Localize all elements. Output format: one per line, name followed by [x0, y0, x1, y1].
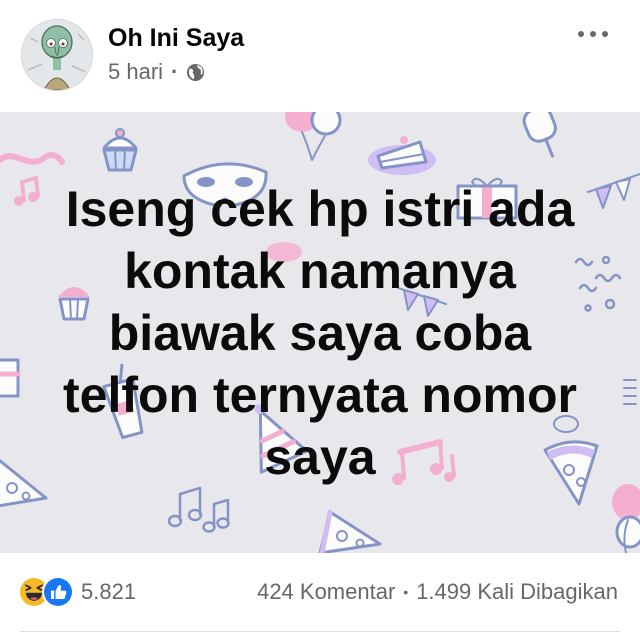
globe-icon[interactable]: [186, 63, 205, 82]
caption-line: biawak saya coba: [108, 304, 532, 361]
more-options-icon: [602, 31, 608, 37]
caption-line: Iseng cek hp istri ada: [65, 180, 575, 237]
post-image[interactable]: Iseng cek hp istri ada kontak namanya bi…: [0, 112, 640, 553]
divider: [20, 631, 620, 632]
caption-line: kontak namanya: [124, 242, 516, 299]
author-name[interactable]: Oh Ini Saya: [108, 23, 244, 53]
more-options-icon: [578, 31, 584, 37]
post-stats: 5.821 424 Komentar • 1.499 Kali Dibagika…: [0, 553, 640, 640]
meta-separator: ·: [171, 59, 179, 84]
caption-line: telfon ternyata nomor: [63, 366, 577, 423]
more-options-button[interactable]: [578, 28, 608, 40]
comment-count[interactable]: 424 Komentar: [257, 579, 395, 605]
post-time[interactable]: 5 hari: [108, 59, 163, 85]
reaction-count: 5.821: [81, 579, 137, 604]
like-reaction-icon: [44, 578, 72, 606]
post-meta: 5 hari ·: [108, 59, 205, 85]
engagement-counts: 424 Komentar • 1.499 Kali Dibagikan: [257, 578, 618, 606]
stats-separator: •: [403, 584, 409, 600]
reactions-summary[interactable]: 5.821: [20, 578, 136, 606]
avatar[interactable]: [22, 20, 92, 90]
caption-line: saya: [264, 428, 376, 485]
image-caption: Iseng cek hp istri ada kontak namanya bi…: [0, 112, 640, 553]
post-header: Oh Ini Saya 5 hari ·: [0, 0, 640, 112]
more-options-icon: [590, 31, 596, 37]
post-card: Oh Ini Saya 5 hari · Iseng cek hp istri …: [0, 0, 640, 640]
share-count[interactable]: 1.499 Kali Dibagikan: [416, 579, 618, 605]
